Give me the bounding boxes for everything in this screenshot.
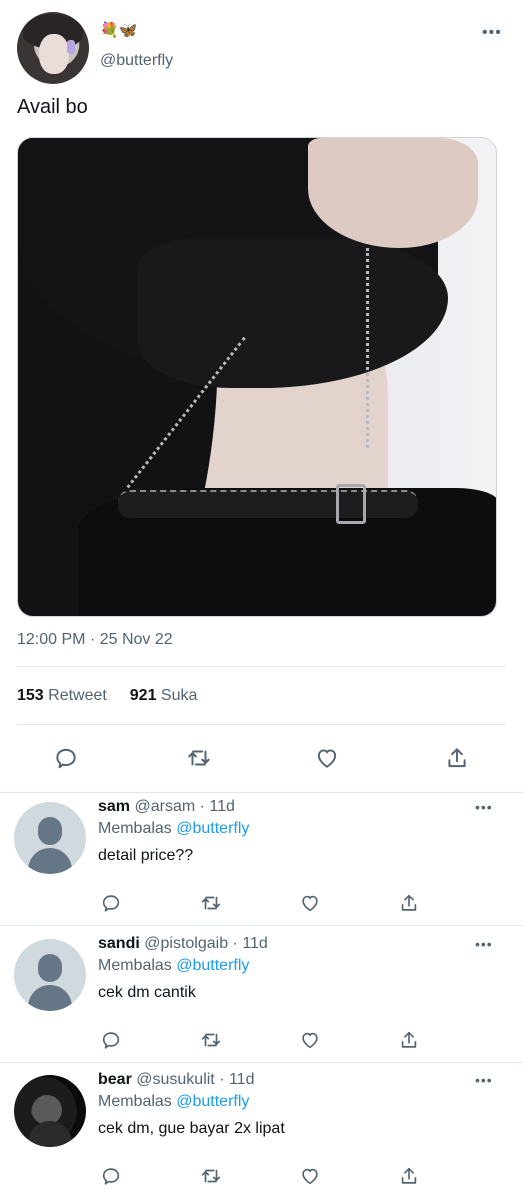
replying-label: Membalas: [98, 1093, 177, 1110]
replying-label: Membalas: [98, 820, 177, 837]
retweet-label[interactable]: Retweet: [48, 687, 107, 704]
reply-author-name[interactable]: bear: [98, 1071, 132, 1088]
divider: [17, 666, 506, 667]
divider: [0, 1062, 523, 1063]
retweet-icon[interactable]: [196, 1025, 226, 1055]
like-label[interactable]: Suka: [161, 687, 197, 704]
reply-header: sam @arsam · 11d: [98, 798, 235, 816]
tweet-photo[interactable]: [17, 137, 497, 617]
share-icon[interactable]: [394, 1161, 424, 1191]
avatar[interactable]: [14, 1075, 86, 1147]
like-icon[interactable]: [312, 743, 342, 773]
retweet-icon[interactable]: [196, 1161, 226, 1191]
divider: [17, 724, 506, 725]
butterfly-emoji: 🦋: [118, 21, 138, 39]
more-icon[interactable]: •••: [475, 799, 493, 815]
replying-to: Membalas @butterfly: [98, 957, 249, 975]
reply-author-meta[interactable]: @pistolgaib · 11d: [144, 935, 268, 952]
reply-tweet[interactable]: sam @arsam · 11d ••• Membalas @butterfly…: [0, 793, 523, 929]
mention-link[interactable]: @butterfly: [176, 957, 249, 974]
more-icon[interactable]: •••: [475, 1072, 493, 1088]
replying-to: Membalas @butterfly: [98, 1093, 249, 1111]
bouquet-emoji: 💐: [100, 21, 119, 39]
reply-icon[interactable]: [96, 1161, 126, 1191]
reply-icon[interactable]: [51, 743, 81, 773]
avatar[interactable]: [14, 802, 86, 874]
reply-author-meta[interactable]: @susukulit · 11d: [136, 1071, 254, 1088]
reply-author-meta[interactable]: @arsam · 11d: [134, 798, 234, 815]
share-icon[interactable]: [442, 743, 472, 773]
tweet-text: Avail bo: [17, 96, 88, 118]
reply-icon[interactable]: [96, 888, 126, 918]
more-icon[interactable]: •••: [475, 936, 493, 952]
more-icon[interactable]: •••: [482, 25, 506, 41]
retweet-icon[interactable]: [196, 888, 226, 918]
retweet-count[interactable]: 153: [17, 687, 44, 704]
reply-icon[interactable]: [96, 1025, 126, 1055]
reply-text: cek dm cantik: [98, 984, 196, 1001]
reply-author-name[interactable]: sam: [98, 798, 130, 815]
like-icon[interactable]: [295, 1161, 325, 1191]
avatar[interactable]: [14, 939, 86, 1011]
like-icon[interactable]: [295, 1025, 325, 1055]
reply-header: bear @susukulit · 11d: [98, 1071, 254, 1089]
author-handle[interactable]: @butterfly: [100, 52, 173, 70]
reply-text: cek dm, gue bayar 2x lipat: [98, 1120, 285, 1137]
like-count[interactable]: 921: [130, 687, 157, 704]
replying-label: Membalas: [98, 957, 177, 974]
reply-header: sandi @pistolgaib · 11d: [98, 935, 268, 953]
reply-author-name[interactable]: sandi: [98, 935, 140, 952]
author-avatar[interactable]: [17, 12, 89, 84]
tweet-timestamp[interactable]: 12:00 PM · 25 Nov 22: [17, 631, 173, 649]
replying-to: Membalas @butterfly: [98, 820, 249, 838]
tweet-stats: 153 Retweet 921 Suka: [17, 687, 197, 705]
mention-link[interactable]: @butterfly: [176, 1093, 249, 1110]
like-icon[interactable]: [295, 888, 325, 918]
tweet-actions: [0, 743, 523, 777]
share-icon[interactable]: [394, 888, 424, 918]
reply-tweet[interactable]: sandi @pistolgaib · 11d ••• Membalas @bu…: [0, 930, 523, 1066]
divider: [0, 925, 523, 926]
retweet-icon[interactable]: [184, 743, 214, 773]
mention-link[interactable]: @butterfly: [176, 820, 249, 837]
reply-tweet[interactable]: bear @susukulit · 11d ••• Membalas @butt…: [0, 1066, 523, 1200]
reply-text: detail price??: [98, 847, 194, 864]
share-icon[interactable]: [394, 1025, 424, 1055]
display-name[interactable]: 💐🦋: [100, 21, 137, 39]
